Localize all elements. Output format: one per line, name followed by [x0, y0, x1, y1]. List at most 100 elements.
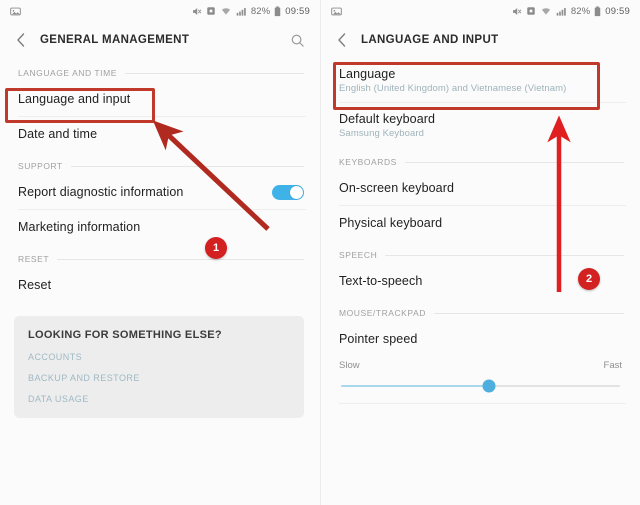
list-item-subtitle: Samsung Keyboard	[339, 127, 425, 139]
search-icon[interactable]	[286, 29, 308, 51]
list-item-texts: Date and time	[18, 127, 97, 141]
section-header-mouse-trackpad: MOUSE/TRACKPAD	[321, 298, 640, 322]
settings-list-left: LANGUAGE AND TIME Language and input Dat…	[0, 58, 320, 418]
page-title-right: LANGUAGE AND INPUT	[361, 34, 499, 46]
list-item-texts: Report diagnostic information	[18, 185, 184, 199]
list-item-title: Date and time	[18, 127, 98, 141]
settings-list-right: Language English (United Kingdom) and Vi…	[321, 58, 640, 404]
list-item-on-screen-keyboard[interactable]: On-screen keyboard	[321, 171, 640, 205]
section-label: KEYBOARDS	[339, 157, 397, 167]
status-bar-right: 82% 09:59	[321, 0, 640, 22]
list-item-language[interactable]: Language English (United Kingdom) and Vi…	[321, 58, 640, 102]
section-header-support: SUPPORT	[0, 151, 320, 175]
pointer-speed-slider-group: Slow Fast	[321, 356, 640, 393]
signal-icon	[556, 6, 567, 17]
clock-right: 09:59	[605, 5, 630, 17]
list-item-title: Marketing information	[18, 220, 141, 234]
slider-fill	[341, 385, 489, 387]
section-header-reset: RESET	[0, 244, 320, 268]
status-bar-right-icons: 82% 09:59	[191, 6, 310, 17]
row-divider	[339, 403, 626, 404]
list-item-default-keyboard[interactable]: Default keyboard Samsung Keyboard	[321, 103, 640, 147]
list-item-texts: On-screen keyboard	[339, 181, 454, 195]
section-label: SUPPORT	[18, 161, 63, 171]
status-bar-left: 82% 09:59	[0, 0, 320, 22]
card-link-backup-and-restore[interactable]: BACKUP AND RESTORE	[28, 373, 290, 383]
list-item-texts: Marketing information	[18, 220, 140, 234]
dual-screenshot: 82% 09:59 GENERAL MANAGEMENT LANGUAGE AN…	[0, 0, 640, 505]
card-link-accounts[interactable]: ACCOUNTS	[28, 352, 290, 362]
list-item-language-and-input[interactable]: Language and input	[0, 82, 320, 116]
signal-icon	[236, 6, 247, 17]
mute-icon	[511, 6, 522, 17]
right-phone-screen: 82% 09:59 LANGUAGE AND INPUT Language En…	[320, 0, 640, 505]
toggle-knob	[290, 185, 303, 199]
list-item-subtitle: English (United Kingdom) and Vietnamese …	[339, 82, 567, 94]
list-item-title: On-screen keyboard	[339, 181, 455, 195]
app-bar-right: LANGUAGE AND INPUT	[321, 22, 640, 58]
list-item-texts: Language English (United Kingdom) and Vi…	[339, 67, 566, 94]
image-icon	[331, 6, 342, 17]
list-item-title: Language and input	[18, 92, 131, 106]
list-item-texts: Physical keyboard	[339, 216, 442, 230]
chevron-left-icon[interactable]	[331, 29, 353, 51]
slider-labels: Slow Fast	[339, 360, 622, 371]
list-item-title: Physical keyboard	[339, 216, 443, 230]
battery-icon	[274, 5, 281, 17]
list-item-reset[interactable]: Reset	[0, 268, 320, 302]
list-item-pointer-speed[interactable]: Pointer speed	[321, 322, 640, 356]
list-item-title: Language	[339, 66, 396, 81]
slider-max-label: Fast	[603, 360, 622, 371]
list-item-title: Pointer speed	[339, 332, 418, 346]
card-link-data-usage[interactable]: DATA USAGE	[28, 394, 290, 404]
mute-icon	[191, 6, 202, 17]
pointer-speed-slider[interactable]	[341, 379, 620, 393]
list-item-title: Reset	[18, 278, 52, 292]
clock-left: 09:59	[285, 5, 310, 17]
section-label: MOUSE/TRACKPAD	[339, 308, 426, 318]
section-label: RESET	[18, 254, 50, 264]
battery-percent-right: 82%	[570, 5, 591, 17]
looking-for-something-else-card: LOOKING FOR SOMETHING ELSE? ACCOUNTS BAC…	[14, 316, 304, 418]
wifi-icon	[220, 6, 232, 17]
section-header-speech: SPEECH	[321, 240, 640, 264]
list-item-texts: Pointer speed	[339, 332, 417, 346]
section-header-keyboards: KEYBOARDS	[321, 147, 640, 171]
status-bar-left-icons	[10, 6, 21, 17]
section-rule	[385, 254, 624, 256]
app-bar-left: GENERAL MANAGEMENT	[0, 22, 320, 58]
card-title: LOOKING FOR SOMETHING ELSE?	[28, 329, 222, 341]
page-title-left: GENERAL MANAGEMENT	[40, 34, 190, 46]
list-item-title: Text-to-speech	[339, 274, 423, 288]
alarm-icon	[526, 6, 536, 16]
section-rule	[70, 165, 304, 167]
section-rule	[404, 161, 624, 163]
left-phone-screen: 82% 09:59 GENERAL MANAGEMENT LANGUAGE AN…	[0, 0, 320, 505]
chevron-left-icon[interactable]	[10, 29, 32, 51]
section-header-language-and-time: LANGUAGE AND TIME	[0, 58, 320, 82]
section-label: LANGUAGE AND TIME	[18, 68, 117, 78]
list-item-text-to-speech[interactable]: Text-to-speech	[321, 264, 640, 298]
slider-thumb[interactable]	[482, 379, 496, 393]
list-item-texts: Language and input	[18, 92, 130, 106]
battery-percent-left: 82%	[250, 5, 271, 17]
list-item-title: Report diagnostic information	[18, 185, 184, 199]
section-rule	[57, 258, 304, 260]
section-label: SPEECH	[339, 250, 378, 260]
wifi-icon	[540, 6, 552, 17]
section-rule	[124, 72, 304, 74]
slider-min-label: Slow	[339, 360, 360, 371]
alarm-icon	[206, 6, 216, 16]
status-bar-right-icons: 82% 09:59	[511, 6, 630, 17]
status-bar-right-left-icons	[331, 6, 342, 17]
list-item-report-diagnostic-information[interactable]: Report diagnostic information	[0, 175, 320, 209]
list-item-marketing-information[interactable]: Marketing information	[0, 210, 320, 244]
toggle-report-diagnostic-information[interactable]	[272, 184, 304, 200]
list-item-physical-keyboard[interactable]: Physical keyboard	[321, 206, 640, 240]
list-item-date-and-time[interactable]: Date and time	[0, 117, 320, 151]
list-item-title: Default keyboard	[339, 111, 436, 126]
list-item-texts: Reset	[18, 278, 51, 292]
list-item-texts: Text-to-speech	[339, 274, 422, 288]
image-icon	[10, 6, 21, 17]
section-rule	[433, 312, 624, 314]
